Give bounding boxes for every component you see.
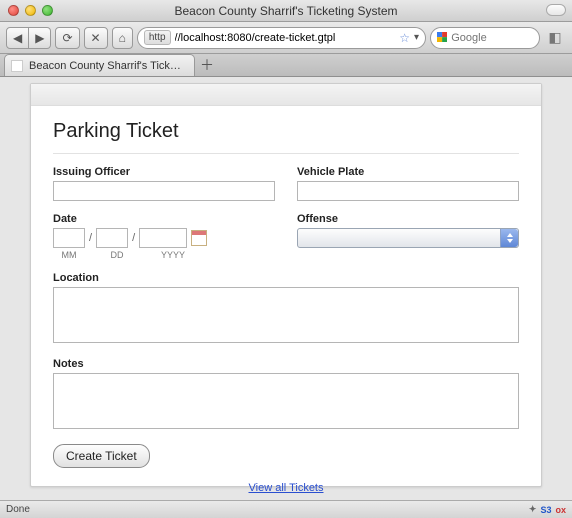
tab-title: Beacon County Sharrif's Ticketing ... — [29, 60, 184, 72]
notes-label: Notes — [53, 358, 519, 370]
toolbar-overflow-icon[interactable]: ◧ — [544, 27, 566, 49]
date-month-input[interactable] — [53, 228, 85, 248]
card-header — [31, 84, 541, 106]
date-label: Date — [53, 213, 275, 225]
traffic-lights — [0, 5, 53, 16]
date-sep: / — [132, 232, 135, 244]
hint-yyyy: YYYY — [149, 250, 197, 260]
toolbar-toggle-button[interactable] — [546, 4, 566, 16]
new-tab-button[interactable]: ＋ — [195, 54, 219, 76]
zoom-window-button[interactable] — [42, 5, 53, 16]
date-year-input[interactable] — [139, 228, 187, 248]
window-titlebar: Beacon County Sharrif's Ticketing System — [0, 0, 572, 22]
notes-textarea[interactable] — [53, 373, 519, 429]
hint-mm: MM — [53, 250, 85, 260]
minimize-window-button[interactable] — [25, 5, 36, 16]
offense-select[interactable] — [297, 228, 519, 248]
status-badge: ox — [555, 505, 566, 515]
address-bar[interactable]: http ☆ ▾ — [137, 27, 426, 49]
close-window-button[interactable] — [8, 5, 19, 16]
browser-toolbar: ◀ ▶ ⟳ ✕ ⌂ http ☆ ▾ ◧ — [0, 22, 572, 54]
search-input[interactable] — [451, 32, 533, 44]
status-badge: ✦ — [529, 504, 537, 515]
view-all-tickets-link[interactable]: View all Tickets — [249, 482, 324, 494]
calendar-icon[interactable] — [191, 230, 207, 246]
status-text: Done — [6, 504, 30, 515]
search-box[interactable] — [430, 27, 540, 49]
url-dropdown-icon[interactable]: ▾ — [414, 32, 419, 43]
date-day-input[interactable] — [96, 228, 128, 248]
officer-label: Issuing Officer — [53, 166, 275, 178]
vehicle-plate-input[interactable] — [297, 181, 519, 201]
google-icon — [437, 32, 447, 44]
hint-dd: DD — [101, 250, 133, 260]
url-scheme-badge: http — [144, 30, 171, 45]
page-title: Parking Ticket — [53, 120, 519, 143]
offense-label: Offense — [297, 213, 519, 225]
select-arrows-icon — [500, 229, 518, 247]
status-bar: Done ✦ S3 ox — [0, 500, 572, 518]
divider — [53, 153, 519, 154]
bookmark-star-icon[interactable]: ☆ — [399, 31, 410, 45]
reload-button[interactable]: ⟳ — [55, 27, 79, 49]
date-sep: / — [89, 232, 92, 244]
window-title: Beacon County Sharrif's Ticketing System — [0, 4, 572, 18]
back-button[interactable]: ◀ — [6, 27, 29, 49]
browser-tab[interactable]: Beacon County Sharrif's Ticketing ... — [4, 54, 195, 76]
status-badge: S3 — [540, 505, 551, 515]
create-ticket-button[interactable]: Create Ticket — [53, 444, 150, 468]
location-label: Location — [53, 272, 519, 284]
location-textarea[interactable] — [53, 287, 519, 343]
forward-button[interactable]: ▶ — [29, 27, 51, 49]
tab-favicon — [11, 60, 23, 72]
plate-label: Vehicle Plate — [297, 166, 519, 178]
content-card: Parking Ticket Issuing Officer Vehicle P… — [30, 83, 542, 487]
stop-button[interactable]: ✕ — [84, 27, 108, 49]
status-badges: ✦ S3 ox — [529, 504, 566, 515]
issuing-officer-input[interactable] — [53, 181, 275, 201]
home-button[interactable]: ⌂ — [112, 27, 133, 49]
date-hints: MM DD YYYY — [53, 250, 275, 260]
url-input[interactable] — [175, 32, 396, 44]
page-viewport: Parking Ticket Issuing Officer Vehicle P… — [0, 77, 572, 500]
tab-bar: Beacon County Sharrif's Ticketing ... ＋ — [0, 54, 572, 77]
